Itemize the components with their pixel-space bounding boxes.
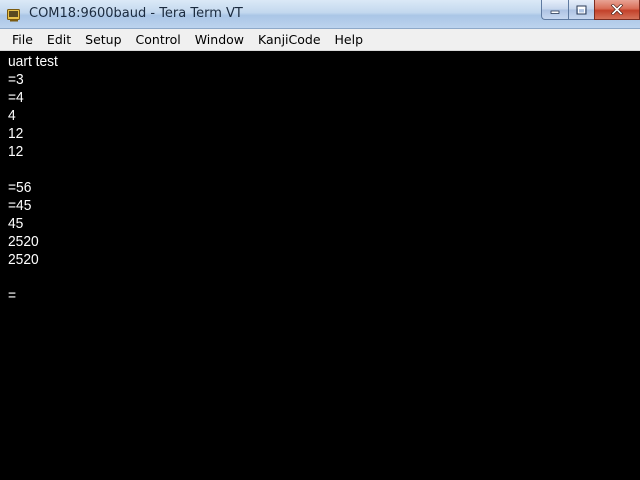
terminal-line: =56 — [8, 179, 32, 196]
terminal-line: =45 — [8, 197, 32, 214]
terminal-line: 2520 — [8, 233, 39, 250]
menu-edit[interactable]: Edit — [40, 30, 78, 50]
terminal-line: 4 — [8, 107, 16, 124]
terminal-line: 2520 — [8, 251, 39, 268]
maximize-button[interactable] — [568, 0, 594, 20]
menu-control[interactable]: Control — [129, 30, 188, 50]
menu-bar: File Edit Setup Control Window KanjiCode… — [0, 29, 640, 51]
terminal-line: =3 — [8, 71, 24, 88]
minimize-button[interactable] — [541, 0, 568, 20]
title-bar[interactable]: COM18:9600baud - Tera Term VT — [0, 0, 640, 29]
close-button[interactable] — [594, 0, 640, 20]
tera-term-icon[interactable] — [7, 7, 21, 22]
terminal-line: =4 — [8, 89, 24, 106]
caption-buttons — [541, 0, 640, 21]
menu-kanjicode[interactable]: KanjiCode — [251, 30, 328, 50]
close-icon — [611, 4, 623, 15]
terminal-line: 45 — [8, 215, 24, 232]
minimize-icon — [550, 10, 560, 14]
menu-help[interactable]: Help — [328, 30, 371, 50]
maximize-icon — [576, 5, 587, 14]
terminal-area[interactable]: uart test =3 =4 4 12 12 =56 =45 45 2520 … — [0, 51, 640, 480]
terminal-line: 12 — [8, 143, 24, 160]
menu-window[interactable]: Window — [188, 30, 251, 50]
tera-term-window: COM18:9600baud - Tera Term VT File Edit … — [0, 0, 640, 480]
terminal-line: = — [8, 287, 17, 304]
terminal-line: uart test — [8, 53, 58, 70]
terminal-line: 12 — [8, 125, 24, 142]
menu-file[interactable]: File — [6, 30, 40, 50]
window-title: COM18:9600baud - Tera Term VT — [29, 6, 243, 21]
menu-setup[interactable]: Setup — [78, 30, 128, 50]
